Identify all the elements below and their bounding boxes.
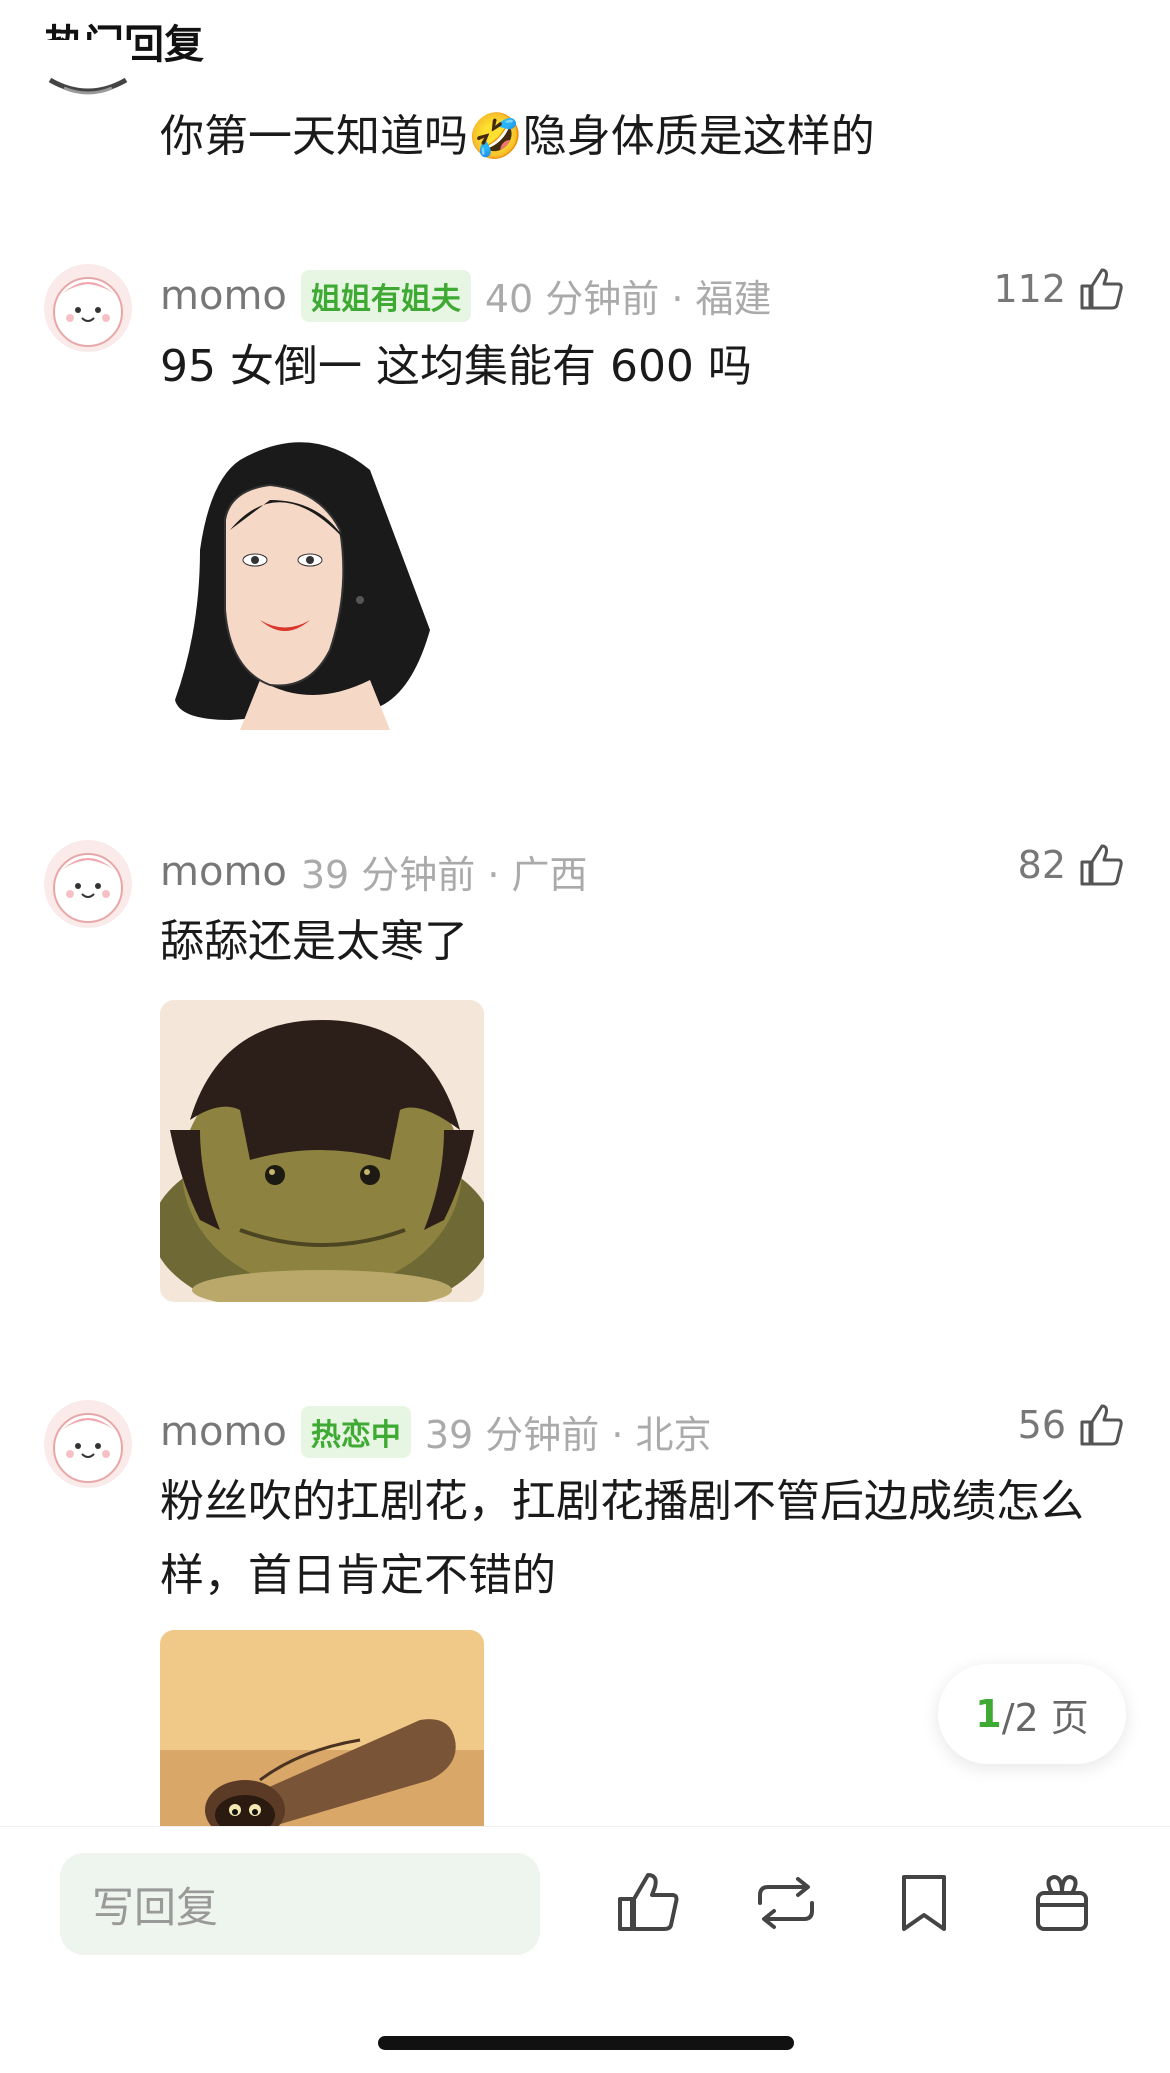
- username[interactable]: momo: [160, 1409, 287, 1455]
- gift-icon[interactable]: [1026, 1867, 1098, 1939]
- comment-text: 粉丝吹的扛剧花，扛剧花播剧不管后边成绩怎么样，首日肯定不错的: [160, 1476, 1084, 1601]
- comments-page: 热门回复 你第一天知道吗🤣隐身体质是这样的 momo 姐姐有姐夫 40 分钟前 …: [0, 0, 1170, 2073]
- thumbs-up-icon: [1080, 844, 1123, 886]
- username[interactable]: momo: [160, 273, 287, 319]
- frog-wig-image[interactable]: [160, 1000, 484, 1302]
- comment-text: 你第一天知道吗🤣隐身体质是这样的: [160, 111, 875, 162]
- frog-log-image[interactable]: [160, 1630, 484, 1826]
- comment-text: 舔舔还是太寒了: [160, 916, 468, 967]
- timestamp-location: 40 分钟前 · 福建: [484, 277, 772, 321]
- total-pages: /2 页: [1001, 1695, 1089, 1740]
- username[interactable]: momo: [160, 849, 287, 895]
- status-badge: 姐姐有姐夫: [300, 269, 471, 322]
- timestamp-location: 39 分钟前 · 广西: [300, 853, 588, 897]
- avatar[interactable]: [44, 840, 132, 928]
- comment-text: 95 女倒一 这均集能有 600 吗: [160, 341, 752, 392]
- thumbs-up-icon[interactable]: [612, 1867, 684, 1939]
- comment-meta: momo 39 分钟前 · 广西: [160, 844, 588, 899]
- bookmark-icon[interactable]: [888, 1867, 960, 1939]
- avatar[interactable]: [44, 1400, 132, 1488]
- page-indicator[interactable]: 1 /2 页: [938, 1664, 1126, 1764]
- like-button[interactable]: 56: [1018, 1400, 1126, 1450]
- timestamp-location: 39 分钟前 · 北京: [424, 1413, 712, 1457]
- current-page: 1: [975, 1692, 1002, 1736]
- thumbs-up-icon: [1080, 1404, 1123, 1446]
- repost-icon[interactable]: [750, 1867, 822, 1939]
- like-button[interactable]: 112: [993, 264, 1126, 314]
- status-badge: 热恋中: [300, 1405, 411, 1458]
- avatar[interactable]: [44, 40, 132, 120]
- reply-input[interactable]: 写回复: [60, 1853, 540, 1955]
- comment-meta: momo 热恋中 39 分钟前 · 北京: [160, 1404, 712, 1459]
- like-count: 112: [993, 267, 1066, 311]
- home-indicator[interactable]: [378, 2036, 794, 2050]
- avatar[interactable]: [44, 264, 132, 352]
- thumbs-up-icon: [1080, 268, 1123, 310]
- like-button[interactable]: 82: [1018, 840, 1126, 890]
- like-count: 56: [1017, 1403, 1066, 1447]
- sticker-woman-image[interactable]: [170, 430, 450, 730]
- comment-meta: momo 姐姐有姐夫 40 分钟前 · 福建: [160, 268, 772, 323]
- like-count: 82: [1017, 843, 1066, 887]
